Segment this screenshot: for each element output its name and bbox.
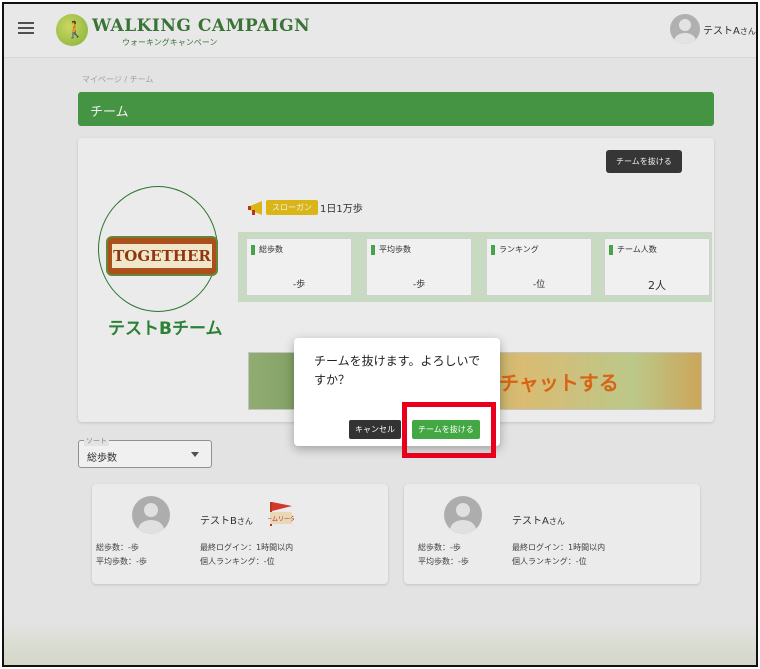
dialog-message: チームを抜けます。よろしいですか？ bbox=[314, 354, 481, 387]
highlight-box bbox=[402, 402, 496, 458]
modal-backdrop[interactable] bbox=[4, 4, 756, 665]
cancel-button[interactable]: キャンセル bbox=[349, 420, 401, 439]
app-window: 🚶 WALKING CAMPAIGN ウォーキングキャンペーン テストAさん マ… bbox=[2, 2, 758, 667]
